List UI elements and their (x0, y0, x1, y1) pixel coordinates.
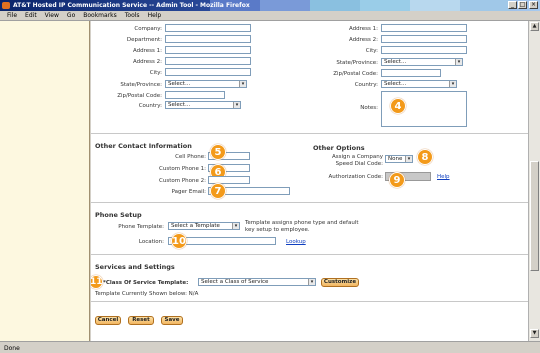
form-content: Company: Department: Address 1: Address … (91, 21, 528, 341)
status-bar: Done (0, 341, 540, 353)
other-contact-heading: Other Contact Information (95, 142, 192, 150)
cancel-button[interactable]: Cancel (95, 316, 121, 325)
zip-right-label: Zip/Postal Code: (333, 71, 378, 77)
address1-input[interactable] (165, 46, 251, 54)
zip-right-input[interactable] (381, 69, 441, 77)
other-options-heading: Other Options (313, 144, 365, 152)
divider (91, 133, 528, 134)
menu-tools[interactable]: Tools (121, 11, 144, 20)
callout-badge-4: 4 (390, 98, 406, 114)
sidebar-pane (0, 21, 90, 341)
scroll-up-icon[interactable]: ▲ (530, 22, 539, 31)
custom-phone1-label: Custom Phone 1: (159, 166, 206, 172)
phone-template-label: Phone Template: (118, 224, 164, 230)
menu-bookmarks[interactable]: Bookmarks (79, 11, 121, 20)
address1-label: Address 1: (132, 48, 162, 54)
location-label: Location: (138, 239, 164, 245)
callout-badge-7: 7 (210, 183, 226, 199)
menu-bar: File Edit View Go Bookmarks Tools Help (0, 11, 540, 21)
reset-button[interactable]: Reset (128, 316, 154, 325)
callout-badge-10: 10 (171, 233, 187, 249)
cos-label: *Class Of Service Template: (103, 280, 189, 286)
title-bar: AT&T Hosted IP Communication Service -- … (0, 0, 540, 11)
state-select[interactable]: Select... (165, 80, 247, 88)
zip-label: Zip/Postal Code: (117, 93, 162, 99)
speed-dial-label-2: Speed Dial Code: (335, 161, 383, 167)
country-right-select[interactable]: Select... (381, 80, 457, 88)
scroll-thumb[interactable] (530, 161, 539, 271)
city-right-input[interactable] (381, 46, 467, 54)
address2-input[interactable] (165, 57, 251, 65)
notes-label: Notes: (360, 105, 378, 111)
divider (91, 254, 528, 255)
department-label: Department: (126, 37, 162, 43)
address2-right-input[interactable] (381, 35, 467, 43)
custom-phone2-label: Custom Phone 2: (159, 178, 206, 184)
country-select[interactable]: Select... (165, 101, 241, 109)
company-label: Company: (134, 26, 162, 32)
firefox-icon (2, 2, 10, 9)
vertical-scrollbar[interactable]: ▲ ▼ (528, 21, 540, 341)
state-label: State/Province: (120, 82, 162, 88)
menu-view[interactable]: View (41, 11, 63, 20)
template-shown-text: Template Currently Shown below: N/A (95, 291, 199, 297)
city-right-label: City: (365, 48, 378, 54)
status-text: Done (4, 345, 20, 352)
phone-template-select[interactable]: Select a Template (168, 222, 240, 230)
menu-edit[interactable]: Edit (21, 11, 41, 20)
address1-right-label: Address 1: (348, 26, 378, 32)
address2-right-label: Address 2: (348, 37, 378, 43)
maximize-icon[interactable]: □ (518, 1, 527, 9)
address1-right-input[interactable] (381, 24, 467, 32)
speed-dial-label-1: Assign a Company (331, 154, 383, 160)
divider (91, 202, 528, 203)
state-right-label: State/Province: (336, 60, 378, 66)
speed-dial-select[interactable]: None (385, 155, 413, 163)
template-note-2: key setup to employee. (245, 227, 310, 233)
lookup-link[interactable]: Lookup (286, 239, 306, 245)
customize-button[interactable]: Customize (321, 278, 359, 287)
divider (91, 301, 528, 302)
cos-select[interactable]: Select a Class of Service (198, 278, 316, 286)
menu-help[interactable]: Help (144, 11, 166, 20)
company-input[interactable] (165, 24, 251, 32)
state-right-select[interactable]: Select... (381, 58, 463, 66)
window-title: AT&T Hosted IP Communication Service -- … (13, 2, 250, 9)
template-note-1: Template assigns phone type and default (245, 220, 359, 226)
cell-phone-label: Cell Phone: (175, 154, 206, 160)
title-stripes (210, 0, 510, 11)
services-heading: Services and Settings (95, 263, 175, 271)
city-label: City: (149, 70, 162, 76)
country-label: Country: (138, 103, 162, 109)
address2-label: Address 2: (132, 59, 162, 65)
save-button[interactable]: Save (161, 316, 183, 325)
city-input[interactable] (165, 68, 251, 76)
department-input[interactable] (165, 35, 251, 43)
pager-email-label: Pager Email: (171, 189, 206, 195)
auth-code-label: Authorization Code: (328, 174, 383, 180)
callout-badge-5: 5 (210, 144, 226, 160)
scroll-down-icon[interactable]: ▼ (530, 329, 539, 338)
minimize-icon[interactable]: _ (508, 1, 517, 9)
phone-setup-heading: Phone Setup (95, 211, 142, 219)
auth-help-link[interactable]: Help (437, 174, 450, 180)
country-right-label: Country: (354, 82, 378, 88)
callout-badge-11: 11 (91, 275, 103, 289)
zip-input[interactable] (165, 91, 225, 99)
callout-badge-9: 9 (389, 172, 405, 188)
menu-file[interactable]: File (3, 11, 21, 20)
menu-go[interactable]: Go (63, 11, 79, 20)
close-icon[interactable]: × (529, 1, 538, 9)
callout-badge-8: 8 (417, 149, 433, 165)
